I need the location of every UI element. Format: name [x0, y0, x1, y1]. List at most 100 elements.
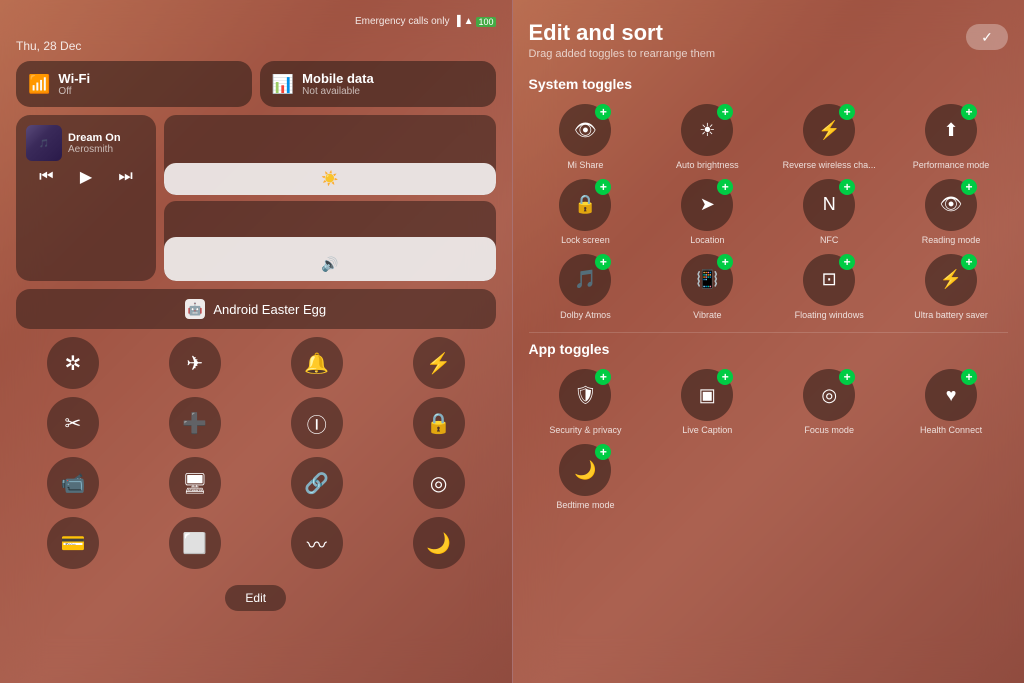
- edit-button[interactable]: Edit: [225, 585, 286, 611]
- toggle-label-4: Lock screen: [561, 235, 610, 246]
- system-toggle-8[interactable]: 🎵 + Dolby Atmos: [529, 254, 643, 321]
- app-plus-icon-3: +: [961, 369, 977, 385]
- wifi-icon: 📶: [28, 74, 50, 95]
- toggle-circle-3: ⬆ +: [925, 104, 977, 156]
- toggle-label-6: NFC: [820, 235, 839, 246]
- emergency-text: Emergency calls only: [355, 16, 449, 27]
- system-toggle-4[interactable]: 🔒 + Lock screen: [529, 179, 643, 246]
- app-toggle-circle-0: 🛡 +: [559, 369, 611, 421]
- app-toggle-circle-2: ◎ +: [803, 369, 855, 421]
- app-toggle-2[interactable]: ◎ + Focus mode: [772, 369, 886, 436]
- toggle-label-9: Vibrate: [693, 310, 721, 321]
- android-easter-egg-button[interactable]: 🤖 Android Easter Egg: [16, 289, 496, 329]
- edit-sort-subtitle: Drag added toggles to rearrange them: [529, 48, 716, 60]
- focus-button[interactable]: ◎: [413, 457, 465, 509]
- bluetooth-button[interactable]: ✲: [47, 337, 99, 389]
- app-toggle-circle-1: ▣ +: [681, 369, 733, 421]
- toggle-circle-10: ⊡ +: [803, 254, 855, 306]
- flashlight-button[interactable]: ⚡: [413, 337, 465, 389]
- wifi-tile[interactable]: 📶 Wi-Fi Off: [16, 61, 252, 107]
- system-section-title: System toggles: [529, 76, 1009, 92]
- toggle-label-7: Reading mode: [922, 235, 981, 246]
- toggle-circle-1: ☀ +: [681, 104, 733, 156]
- volume-slider[interactable]: 🔊: [164, 201, 496, 281]
- waves-button[interactable]: 〰: [291, 517, 343, 569]
- android-egg-label: Android Easter Egg: [213, 302, 326, 317]
- edit-sort-header: Edit and sort Drag added toggles to rear…: [529, 20, 1009, 60]
- status-icons: ▐▲100: [453, 16, 495, 27]
- system-toggle-3[interactable]: ⬆ + Performance mode: [894, 104, 1008, 171]
- toggle-circle-7: 👁 +: [925, 179, 977, 231]
- app-plus-icon-2: +: [839, 369, 855, 385]
- section-divider: [529, 332, 1009, 333]
- app-toggle-4[interactable]: 🌙 + Bedtime mode: [529, 444, 643, 511]
- toggle-circle-4: 🔒 +: [559, 179, 611, 231]
- prev-button[interactable]: ⏮: [39, 168, 53, 186]
- plus-icon-0: +: [595, 104, 611, 120]
- mobile-data-tile[interactable]: 📊 Mobile data Not available: [260, 61, 496, 107]
- plus-icon-6: +: [839, 179, 855, 195]
- system-toggle-7[interactable]: 👁 + Reading mode: [894, 179, 1008, 246]
- scan-button[interactable]: ⬜: [169, 517, 221, 569]
- icon-grid-2: ✂ ➕ Ⓘ 🔒: [16, 397, 496, 449]
- toggle-label-11: Ultra battery saver: [914, 310, 988, 321]
- app-toggle-label-3: Health Connect: [920, 425, 982, 436]
- checkmark-button[interactable]: ✓: [966, 24, 1008, 50]
- plus-icon-4: +: [595, 179, 611, 195]
- mobile-sub: Not available: [302, 86, 374, 97]
- icon-grid-4: 💳 ⬜ 〰 🌙: [16, 517, 496, 569]
- system-toggle-5[interactable]: ➤ + Location: [650, 179, 764, 246]
- app-toggle-3[interactable]: ♥ + Health Connect: [894, 369, 1008, 436]
- brightness-slider[interactable]: ☀️: [164, 115, 496, 195]
- app-toggle-0[interactable]: 🛡 + Security & privacy: [529, 369, 643, 436]
- screen-button[interactable]: 🖥: [169, 457, 221, 509]
- bell-button[interactable]: 🔔: [291, 337, 343, 389]
- plus-icon-11: +: [961, 254, 977, 270]
- system-toggle-10[interactable]: ⊡ + Floating windows: [772, 254, 886, 321]
- song-title: Dream On: [68, 132, 121, 144]
- moon-button[interactable]: 🌙: [413, 517, 465, 569]
- plus-icon-10: +: [839, 254, 855, 270]
- media-card: 🎵 Dream On Aerosmith ⏮ ▶ ⏭: [16, 115, 156, 281]
- next-button[interactable]: ⏭: [118, 168, 132, 186]
- video-button[interactable]: 📹: [47, 457, 99, 509]
- link-button[interactable]: 🔗: [291, 457, 343, 509]
- system-toggle-6[interactable]: N + NFC: [772, 179, 886, 246]
- app-toggle-label-0: Security & privacy: [549, 425, 621, 436]
- scissors-button[interactable]: ✂: [47, 397, 99, 449]
- app-toggle-1[interactable]: ▣ + Live Caption: [650, 369, 764, 436]
- health-button[interactable]: ➕: [169, 397, 221, 449]
- system-toggle-11[interactable]: ⚡ + Ultra battery saver: [894, 254, 1008, 321]
- right-content: Edit and sort Drag added toggles to rear…: [513, 0, 1024, 683]
- system-toggle-2[interactable]: ⚡ + Reverse wireless cha...: [772, 104, 886, 171]
- toggle-circle-11: ⚡ +: [925, 254, 977, 306]
- icon-grid-1: ✲ ✈ 🔔 ⚡: [16, 337, 496, 389]
- toggle-label-10: Floating windows: [795, 310, 864, 321]
- toggle-circle-2: ⚡ +: [803, 104, 855, 156]
- app-plus-icon-1: +: [717, 369, 733, 385]
- info-button[interactable]: Ⓘ: [291, 397, 343, 449]
- plus-icon-5: +: [717, 179, 733, 195]
- toggle-label-3: Performance mode: [913, 160, 990, 171]
- airplane-button[interactable]: ✈: [169, 337, 221, 389]
- plus-icon-8: +: [595, 254, 611, 270]
- app-section-title: App toggles: [529, 341, 1009, 357]
- plus-icon-1: +: [717, 104, 733, 120]
- app-plus-icon-0: +: [595, 369, 611, 385]
- app-toggle-circle-3: ♥ +: [925, 369, 977, 421]
- toggle-label-8: Dolby Atmos: [560, 310, 611, 321]
- toggle-label-5: Location: [690, 235, 724, 246]
- card-button[interactable]: 💳: [47, 517, 99, 569]
- toggle-circle-5: ➤ +: [681, 179, 733, 231]
- toggle-circle-6: N +: [803, 179, 855, 231]
- system-toggle-9[interactable]: 📳 + Vibrate: [650, 254, 764, 321]
- toggle-circle-9: 📳 +: [681, 254, 733, 306]
- app-toggle-label-2: Focus mode: [804, 425, 854, 436]
- system-toggle-1[interactable]: ☀ + Auto brightness: [650, 104, 764, 171]
- plus-icon-9: +: [717, 254, 733, 270]
- play-button[interactable]: ▶: [80, 167, 92, 187]
- system-toggle-0[interactable]: 👁 + Mi Share: [529, 104, 643, 171]
- wifi-sub: Off: [58, 86, 90, 97]
- media-controls: ⏮ ▶ ⏭: [26, 167, 146, 187]
- lock-rotate-button[interactable]: 🔒: [413, 397, 465, 449]
